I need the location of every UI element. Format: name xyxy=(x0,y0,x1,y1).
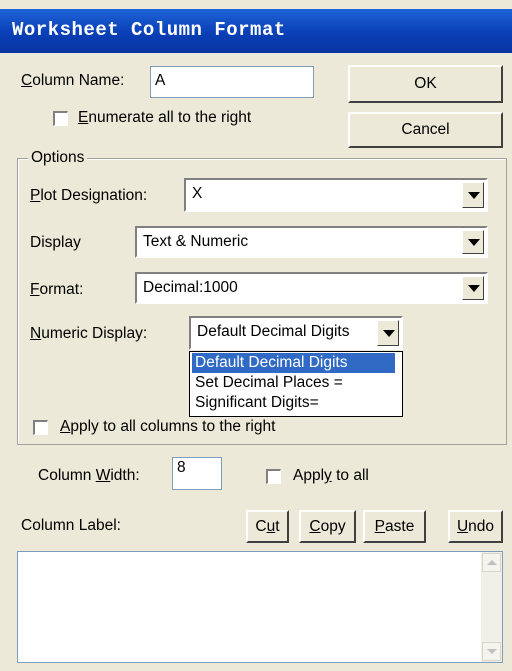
apply-all-right-label[interactable]: Apply to all columns to the right xyxy=(60,417,275,437)
numeric-display-value: Default Decimal Digits xyxy=(197,323,350,340)
column-width-label: Column Width: xyxy=(38,467,140,484)
chevron-down-icon[interactable] xyxy=(462,182,484,208)
column-width-input[interactable]: 8 xyxy=(172,457,222,490)
column-label-label: Column Label: xyxy=(21,517,121,534)
title-bar[interactable]: Worksheet Column Format xyxy=(0,9,512,53)
display-label: Display xyxy=(30,234,81,251)
worksheet-column-format-dialog: Worksheet Column Format Column Name: A E… xyxy=(0,0,512,671)
numeric-display-option[interactable]: Significant Digits= xyxy=(192,393,322,413)
window-title: Worksheet Column Format xyxy=(12,19,286,41)
copy-button[interactable]: Copy xyxy=(299,510,356,543)
undo-button[interactable]: Undo xyxy=(448,510,503,543)
numeric-display-dropdown-list: Default Decimal Digits Set Decimal Place… xyxy=(189,351,403,417)
vertical-scrollbar[interactable] xyxy=(481,552,502,662)
scroll-down-icon[interactable] xyxy=(482,642,501,661)
display-value: Text & Numeric xyxy=(143,233,249,250)
cancel-button[interactable]: Cancel xyxy=(348,112,503,148)
numeric-display-option[interactable]: Set Decimal Places = xyxy=(192,373,346,393)
format-label: Format: xyxy=(30,281,84,298)
numeric-display-select[interactable]: Default Decimal Digits xyxy=(189,316,403,350)
plot-designation-select[interactable]: X xyxy=(184,178,488,212)
apply-all-right-checkbox[interactable] xyxy=(33,420,48,435)
plot-designation-value: X xyxy=(192,185,203,202)
paste-button[interactable]: Paste xyxy=(363,510,426,543)
enumerate-checkbox[interactable] xyxy=(53,111,68,126)
options-group-label: Options xyxy=(28,148,88,168)
chevron-down-icon[interactable] xyxy=(462,230,484,254)
format-select[interactable]: Decimal:1000 xyxy=(135,272,488,304)
format-value: Decimal:1000 xyxy=(143,279,238,296)
enumerate-label[interactable]: Enumerate all to the right xyxy=(78,108,251,128)
numeric-display-label: Numeric Display: xyxy=(30,325,148,342)
ok-button[interactable]: OK xyxy=(348,65,503,103)
column-name-label: Column Name: xyxy=(21,72,125,89)
scroll-up-icon[interactable] xyxy=(482,553,501,572)
plot-designation-label: Plot Designation: xyxy=(30,187,148,204)
column-name-label-rest: olumn Name: xyxy=(32,72,125,89)
apply-to-all-checkbox[interactable] xyxy=(266,469,281,484)
column-label-textarea[interactable] xyxy=(17,551,503,663)
chevron-down-icon[interactable] xyxy=(462,276,484,300)
numeric-display-option[interactable]: Default Decimal Digits xyxy=(192,353,395,373)
display-select[interactable]: Text & Numeric xyxy=(135,226,488,258)
column-name-input[interactable]: A xyxy=(150,66,314,98)
apply-to-all-label[interactable]: Apply to all xyxy=(293,466,369,486)
cut-button[interactable]: Cut xyxy=(246,510,289,543)
chevron-down-icon[interactable] xyxy=(377,320,399,346)
